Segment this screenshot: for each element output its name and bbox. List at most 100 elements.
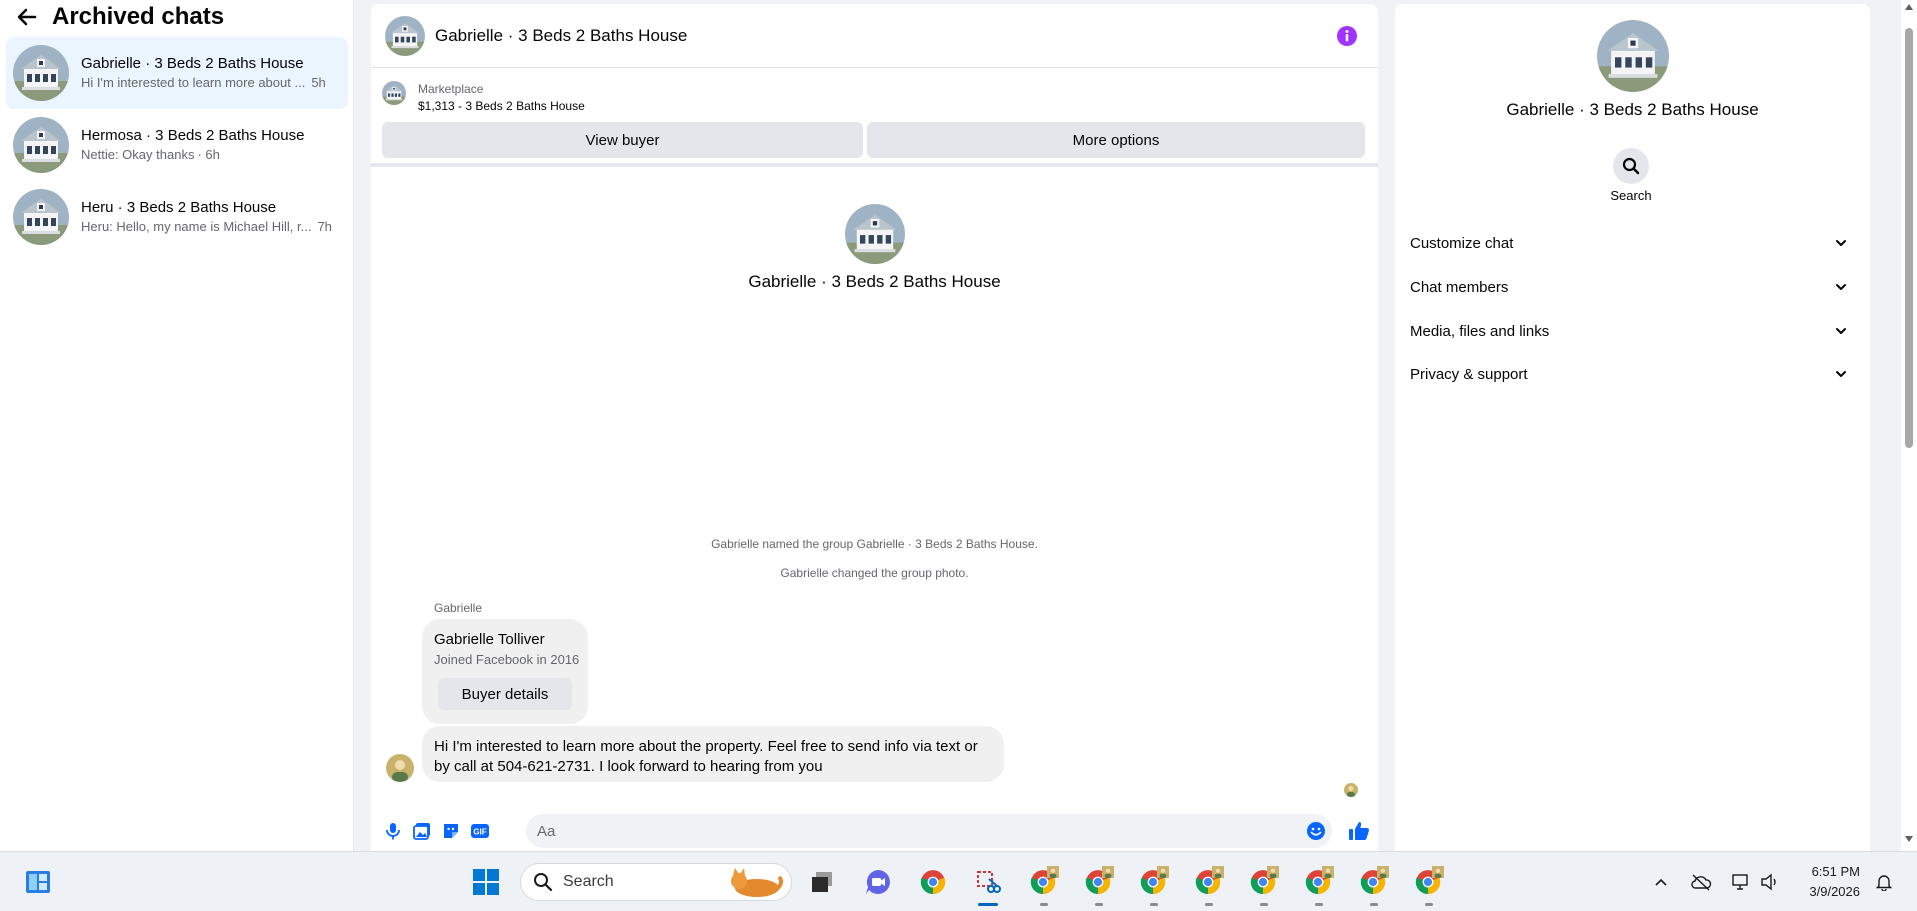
section-media-files-links[interactable]: Media, files and links [1403,311,1862,351]
sticker-icon[interactable] [441,821,461,841]
listing-thumbnail [382,81,406,105]
search-label: Search [1610,188,1652,203]
chat-time: 7h [317,219,332,234]
message-line: by call at 504-621-2731. I look forward … [434,758,823,775]
message-bubble[interactable]: Hi I'm interested to learn more about th… [422,726,1004,782]
chrome-profile-icon[interactable] [1247,866,1279,898]
system-message: Gabrielle changed the group photo. [780,566,969,580]
thumbs-up-icon[interactable] [1348,820,1370,842]
cat-illustration-icon [731,868,784,897]
section-chat-members[interactable]: Chat members [1403,267,1862,307]
chat-info-name: Gabrielle · 3 Beds 2 Baths House [1506,100,1759,119]
chrome-profile-icon[interactable] [1027,866,1059,898]
message-input[interactable] [526,814,1332,848]
gif-icon[interactable]: GIF [470,821,490,841]
chrome-profile-icon[interactable] [1137,866,1169,898]
chrome-icon[interactable] [917,866,949,898]
snipping-tool-icon[interactable] [972,866,1004,898]
sender-label: Gabrielle [434,601,483,615]
taskbar-clock[interactable]: 6:51 PM 3/9/2026 [1790,862,1860,902]
buyer-joined: Joined Facebook in 2016 [434,652,580,667]
sidebar-title: Archived chats [52,3,225,30]
section-privacy-support[interactable]: Privacy & support [1403,354,1862,394]
chat-preview: Nettie: Okay thanks [81,147,195,162]
archived-chats-sidebar: Archived chats Gabrielle · 3 Beds 2 Bath… [0,0,354,851]
search-icon [534,873,553,892]
chrome-profile-icon[interactable] [1302,866,1334,898]
clock-date: 3/9/2026 [1809,884,1860,899]
chat-time: 5h [311,75,326,90]
notification-bell-icon[interactable] [1872,870,1896,894]
view-buyer-button[interactable]: View buyer [382,122,863,158]
chat-preview: Hi I'm interested to learn more about ..… [81,75,306,90]
intro-avatar [845,204,905,264]
buyer-details-button[interactable]: Buyer details [438,678,572,710]
chat-item-heru[interactable]: Heru · 3 Beds 2 Baths House Heru: Hello,… [6,181,348,253]
network-icon[interactable] [1729,870,1753,894]
photo-icon[interactable] [412,821,432,841]
search-in-chat-button[interactable] [1613,148,1649,184]
message-line: Hi I'm interested to learn more about th… [434,738,978,755]
widgets-icon[interactable] [22,866,54,898]
chat-preview: Heru: Hello, my name is Michael Hill, r.… [81,219,312,234]
section-customize-chat[interactable]: Customize chat [1403,223,1862,263]
cloud-offline-icon[interactable] [1689,870,1713,894]
clock-time: 6:51 PM [1811,864,1860,879]
chat-info-panel: Gabrielle · 3 Beds 2 Baths House Search … [1395,4,1870,851]
listing-title[interactable]: $1,313 - 3 Beds 2 Baths House [418,99,585,113]
marketplace-bar: Marketplace $1,313 - 3 Beds 2 Baths Hous… [371,69,1378,167]
chat-name: Hermosa · 3 Beds 2 Baths House [81,127,305,144]
volume-icon[interactable] [1758,870,1782,894]
conversation-header: Gabrielle · 3 Beds 2 Baths House [371,4,1378,68]
chrome-profile-icon[interactable] [1082,866,1114,898]
buyer-profile-card: Gabrielle Tolliver Joined Facebook in 20… [422,619,588,724]
scrollbar-thumb[interactable] [1905,28,1913,448]
chat-avatar [13,117,69,173]
chat-name: Gabrielle · 3 Beds 2 Baths House [81,55,304,72]
microphone-icon[interactable] [383,821,403,841]
chat-item-gabrielle[interactable]: Gabrielle · 3 Beds 2 Baths House Hi I'm … [6,37,348,109]
system-message: Gabrielle named the group Gabrielle · 3 … [711,537,1038,551]
chrome-profile-icon[interactable] [1192,866,1224,898]
taskbar-search-label: Search [563,873,614,890]
chat-list: Gabrielle · 3 Beds 2 Baths House Hi I'm … [6,37,348,253]
sidebar-header: Archived chats [16,2,224,32]
chevron-down-icon [1834,367,1848,381]
chevron-up-icon[interactable] [1649,870,1673,894]
start-windows-icon[interactable] [470,866,502,898]
sender-avatar[interactable] [386,754,414,782]
chat-time: · 6h [197,147,220,162]
chat-info-avatar [1597,20,1669,92]
conversation-avatar[interactable] [385,16,425,56]
page-scrollbar[interactable] [1901,0,1917,851]
video-chat-icon[interactable] [862,866,894,898]
marketplace-label: Marketplace [418,82,484,96]
emoji-icon[interactable] [1306,821,1326,841]
chevron-down-icon [1834,324,1848,338]
taskbar-search[interactable]: Search [520,863,792,901]
chrome-profile-icon[interactable] [1412,866,1444,898]
more-options-button[interactable]: More options [867,122,1365,158]
chat-avatar [13,45,69,101]
message-composer: GIF [371,810,1378,852]
scroll-up-icon[interactable] [1905,4,1913,10]
back-arrow-icon[interactable] [16,6,38,28]
scroll-down-icon[interactable] [1905,836,1913,842]
search-icon [1622,157,1640,175]
chat-name: Heru · 3 Beds 2 Baths House [81,199,277,216]
task-view-icon[interactable] [806,866,838,898]
chat-avatar [13,189,69,245]
info-icon[interactable] [1336,25,1358,47]
chevron-down-icon [1834,236,1848,250]
seen-indicator-avatar [1344,783,1358,797]
buyer-name: Gabrielle Tolliver [434,631,545,648]
conversation-title[interactable]: Gabrielle · 3 Beds 2 Baths House [435,26,687,46]
windows-taskbar: Search 6:51 PM 3/9/2026 [0,851,1917,911]
intro-name: Gabrielle · 3 Beds 2 Baths House [748,272,1001,291]
messenger-window: Archived chats Gabrielle · 3 Beds 2 Bath… [0,0,1917,851]
svg-text:GIF: GIF [473,828,486,837]
chrome-profile-icon[interactable] [1357,866,1389,898]
chat-item-hermosa[interactable]: Hermosa · 3 Beds 2 Baths House Nettie: O… [6,109,348,181]
active-app-indicator [978,903,998,906]
conversation-panel: Gabrielle · 3 Beds 2 Baths House Marketp… [371,4,1378,851]
